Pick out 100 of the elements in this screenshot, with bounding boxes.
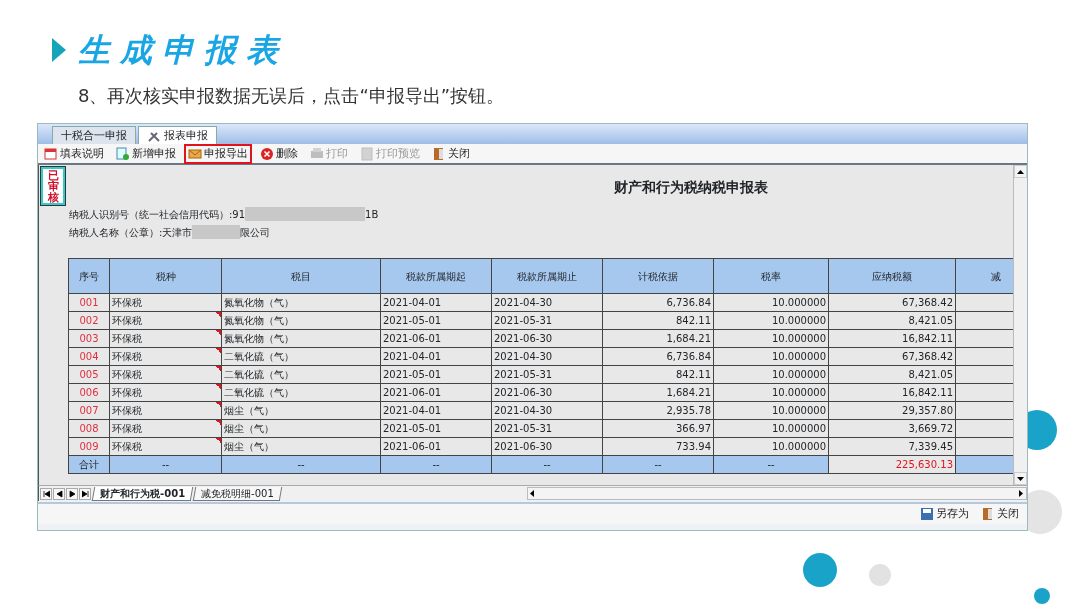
table-cell: 2021-06-01 [380, 383, 492, 402]
table-cell: 009 [68, 437, 110, 456]
table-cell: 002 [68, 311, 110, 330]
table-cell: 842.11 [602, 311, 714, 330]
footer-button[interactable]: 关闭 [977, 504, 1023, 524]
table-cell: 环保税 [109, 311, 222, 330]
taxpayer-name-label: 纳税人名称（公章）:天津市 [69, 225, 193, 240]
table-cell: 2021-06-30 [491, 437, 603, 456]
table-cell: 29,357.80 [828, 401, 956, 420]
table-cell: 2,935.78 [602, 401, 714, 420]
sheet-tab[interactable]: 财产和行为税-001 [91, 486, 194, 501]
table-cell: 1,684.21 [602, 383, 714, 402]
slide-title: 生成申报表 [78, 30, 288, 71]
window-tab[interactable]: 十税合一申报 [52, 126, 136, 144]
column-header: 税种 [109, 258, 222, 294]
instruction-text: 8、再次核实申报数据无误后，点击“申报导出”按钮。 [78, 84, 506, 108]
table-cell: 环保税 [109, 365, 222, 384]
table-cell: 2021-05-31 [491, 419, 603, 438]
table-cell: 烟尘（气） [221, 437, 381, 456]
table-cell: 二氧化硫（气） [221, 365, 381, 384]
table-cell: 2021-06-01 [380, 437, 492, 456]
table-cell: 二氧化硫（气） [221, 347, 381, 366]
column-header: 应纳税额 [828, 258, 956, 294]
sheet-tab[interactable]: 减免税明细-001 [192, 486, 282, 501]
taxpayer-id-suffix: 1B [365, 207, 379, 222]
table-cell: 环保税 [109, 437, 222, 456]
taxpayer-id-label: 纳税人识别号（统一社会信用代码）:91 [69, 207, 246, 222]
table-cell: 环保税 [109, 329, 222, 348]
column-header: 税款所属期止 [491, 258, 603, 294]
column-header: 减 [955, 258, 1013, 294]
table-cell: 2021-05-31 [491, 311, 603, 330]
table-cell: 2021-04-30 [491, 293, 603, 312]
toolbar-button[interactable]: 关闭 [428, 143, 474, 164]
table-cell: 10.000000 [713, 293, 829, 312]
table-cell: 烟尘（气） [221, 419, 381, 438]
table-cell: 环保税 [109, 383, 222, 402]
table-cell: 2021-05-01 [380, 311, 492, 330]
table-cell: 16,842.11 [828, 329, 956, 348]
table-cell: 10.000000 [713, 401, 829, 420]
table-cell: 3,669.72 [828, 419, 956, 438]
table-cell: 004 [68, 347, 110, 366]
taxpayer-name-suffix: 限公司 [240, 225, 271, 240]
table-cell: 003 [68, 329, 110, 348]
table-cell: 8,421.05 [828, 311, 956, 330]
table-cell: 6,736.84 [602, 347, 714, 366]
table-cell: 842.11 [602, 365, 714, 384]
table-cell: 6,736.84 [602, 293, 714, 312]
toolbar-button[interactable]: 申报导出 [184, 143, 252, 164]
table-cell: 16,842.11 [828, 383, 956, 402]
column-header: 计税依据 [602, 258, 714, 294]
table-cell: 2021-05-01 [380, 419, 492, 438]
table-cell: 烟尘（气） [221, 401, 381, 420]
table-cell: 环保税 [109, 401, 222, 420]
table-cell: 10.000000 [713, 365, 829, 384]
table-cell: 006 [68, 383, 110, 402]
table-cell: 2021-05-31 [491, 365, 603, 384]
table-cell: 环保税 [109, 419, 222, 438]
table-cell: 10.000000 [713, 437, 829, 456]
approved-stamp: 已审核 [41, 167, 65, 205]
table-cell: 10.000000 [713, 383, 829, 402]
toolbar-button[interactable]: 删除 [256, 143, 302, 164]
table-cell: 10.000000 [713, 311, 829, 330]
table-cell: 10.000000 [713, 347, 829, 366]
table-cell: 008 [68, 419, 110, 438]
table-cell: 001 [68, 293, 110, 312]
table-cell: 2021-06-01 [380, 329, 492, 348]
table-cell: 67,368.42 [828, 293, 956, 312]
toolbar-button[interactable]: 填表说明 [40, 143, 108, 164]
table-cell: 2021-04-01 [380, 401, 492, 420]
window-tab[interactable]: 报表申报 [138, 126, 217, 144]
table-cell: 氮氧化物（气） [221, 329, 381, 348]
table-cell: 环保税 [109, 347, 222, 366]
table-cell: 2021-04-01 [380, 293, 492, 312]
table-cell: 8,421.05 [828, 365, 956, 384]
table-cell: 10.000000 [713, 419, 829, 438]
column-header: 税率 [713, 258, 829, 294]
table-cell: 67,368.42 [828, 347, 956, 366]
report-title: 财产和行为税纳税申报表 [614, 178, 768, 197]
column-header: 税款所属期起 [380, 258, 492, 294]
table-cell: 环保税 [109, 293, 222, 312]
table-cell: 2021-05-01 [380, 365, 492, 384]
table-cell: 366.97 [602, 419, 714, 438]
table-cell: 10.000000 [713, 329, 829, 348]
table-cell: 1,684.21 [602, 329, 714, 348]
table-cell: 2021-04-30 [491, 401, 603, 420]
column-header: 税目 [221, 258, 381, 294]
table-cell: 2021-04-01 [380, 347, 492, 366]
table-cell: 7,339.45 [828, 437, 956, 456]
table-cell: 005 [68, 365, 110, 384]
toolbar-button[interactable]: 新增申报 [112, 143, 180, 164]
table-cell: 2021-04-30 [491, 347, 603, 366]
table-cell: 2021-06-30 [491, 329, 603, 348]
table-cell: 二氧化硫（气） [221, 383, 381, 402]
footer-button[interactable]: 另存为 [916, 504, 973, 524]
table-cell: 2021-06-30 [491, 383, 603, 402]
table-cell: 氮氧化物（气） [221, 311, 381, 330]
table-cell: 733.94 [602, 437, 714, 456]
table-cell: 氮氧化物（气） [221, 293, 381, 312]
table-cell: 007 [68, 401, 110, 420]
column-header: 序号 [68, 258, 110, 294]
